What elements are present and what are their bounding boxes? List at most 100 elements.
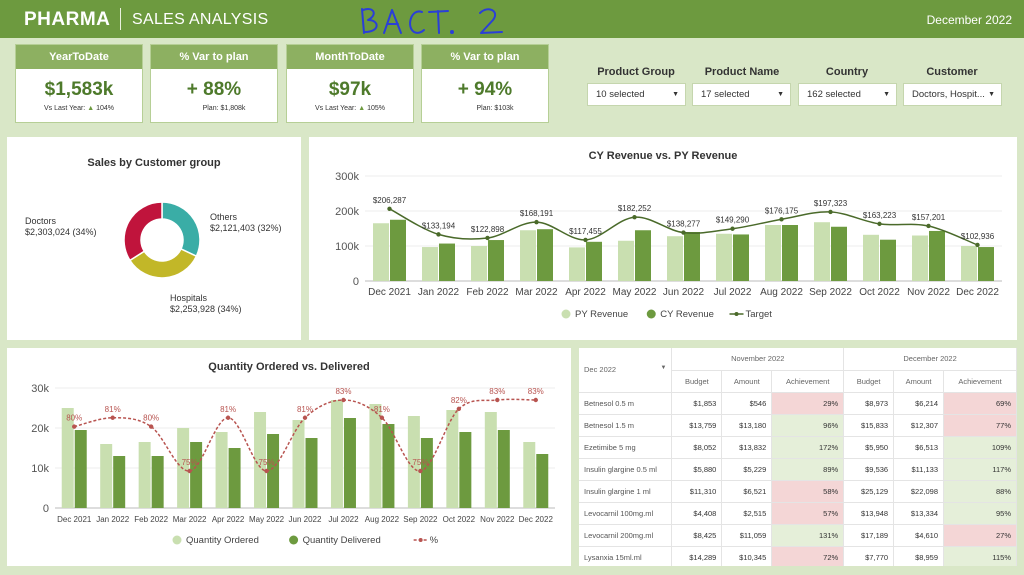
bar-cy-revenue: [635, 230, 651, 281]
table-row: Levocarnil 100mg.ml $4,408 $2,515 57% $13,94…: [579, 502, 1017, 525]
dropdown-value: Doctors, Hospit...: [912, 89, 985, 100]
line-point: [681, 230, 686, 235]
data-label: $138,277: [667, 220, 701, 229]
x-tick-label: Jul 2022: [714, 287, 752, 298]
col-header-amount: Amount: [721, 370, 773, 393]
month-header-dec: December 2022: [843, 348, 1017, 371]
arrow-up-icon: ▲: [358, 105, 366, 112]
kpi-card-ytd: YearToDate $1,583k Vs Last Year: ▲ 104%: [15, 44, 143, 123]
legend-marker: [561, 309, 571, 319]
donut-value-doctors: $2,303,024 (34%): [25, 227, 97, 237]
legend-label: Quantity Delivered: [303, 535, 381, 546]
filter-label-product-name: Product Name: [704, 66, 780, 78]
report-date: December 2022: [926, 13, 1012, 27]
legend-marker: [172, 535, 182, 545]
budget-matrix-panel: Dec 2022 ▼ November 2022 December 2022 B…: [579, 348, 1017, 566]
x-tick-label: Oct 2022: [859, 287, 900, 298]
y-tick-label: 30k: [31, 383, 49, 395]
quantity-chart: 0 10k 20k 30k Dec 2021 Jan 2022 Feb 2022 Mar 20…: [31, 383, 555, 546]
table-cell: 69%: [943, 392, 1017, 415]
caret-down-icon: ▼: [672, 91, 679, 98]
x-tick-label: Dec 2021: [368, 287, 411, 298]
kpi-title: % Var to plan: [422, 45, 548, 69]
kpi-title: MonthToDate: [287, 45, 413, 69]
line-point: [264, 468, 269, 474]
data-label: 83%: [335, 387, 351, 396]
table-cell: $10,345: [721, 546, 773, 566]
table-cell: 117%: [943, 458, 1017, 481]
donut-value-hospitals: $2,253,928 (34%): [170, 304, 242, 314]
table-cell: $546: [721, 392, 773, 415]
x-tick-label: Jan 2022: [96, 515, 129, 524]
data-label: 80%: [66, 414, 82, 423]
table-cell: $9,536: [843, 458, 895, 481]
x-tick-label: Feb 2022: [466, 287, 509, 298]
line-point: [148, 424, 154, 429]
legend-marker: [418, 538, 423, 542]
caret-down-icon: ▼: [660, 365, 667, 372]
table-cell: $4,610: [893, 524, 945, 547]
revenue-chart: 0 100k 200k 300k Dec 2021 Jan 2022 Feb 2022 Mar…: [335, 171, 1002, 320]
kpi-subtext: Vs Last Year: ▲ 104%: [16, 105, 142, 112]
data-label: $122,898: [471, 225, 505, 234]
x-tick-label: Jul 2022: [328, 515, 359, 524]
col-header-amount: Amount: [893, 370, 945, 393]
table-cell: $11,310: [671, 480, 723, 503]
product-name-dropdown[interactable]: 17 selected ▼: [692, 83, 791, 106]
data-label: $197,323: [814, 199, 848, 208]
line-point: [187, 468, 192, 474]
table-cell: $5,880: [671, 458, 723, 481]
bar-quantity-ordered: [292, 420, 305, 508]
legend-marker: [289, 535, 299, 545]
x-tick-label: Jun 2022: [663, 287, 705, 298]
table-cell: $5,950: [843, 436, 895, 459]
line-point: [302, 415, 308, 420]
bar-cy-revenue: [586, 241, 602, 281]
y-tick-label: 200k: [335, 206, 359, 218]
kpi-sub-label: Vs Last Year:: [43, 105, 86, 112]
x-tick-label: Oct 2022: [443, 515, 476, 524]
period-select[interactable]: Dec 2022 ▼: [579, 348, 673, 393]
product-name-cell: Insulin glargine 1 ml: [579, 480, 673, 503]
product-group-dropdown[interactable]: 10 selected ▼: [587, 83, 686, 106]
kpi-value: $1,583k: [44, 79, 114, 100]
budget-matrix-table: Dec 2022 ▼ November 2022 December 2022 B…: [579, 348, 1017, 566]
table-cell: 172%: [771, 436, 845, 459]
table-cell: $1,853: [671, 392, 723, 415]
customer-dropdown[interactable]: Doctors, Hospit... ▼: [903, 83, 1002, 106]
arrow-up-icon: ▲: [87, 105, 95, 112]
data-label: 81%: [220, 405, 236, 414]
bar-py-revenue: [863, 234, 879, 281]
table-cell: 57%: [771, 502, 845, 525]
x-tick-label: Nov 2022: [480, 515, 515, 524]
data-label: $157,201: [912, 213, 946, 222]
line-point: [779, 217, 784, 222]
line-point: [225, 415, 231, 420]
line-point: [632, 215, 637, 220]
product-name-cell: Betnesol 1.5 m: [579, 414, 673, 437]
x-tick-label: Mar 2022: [173, 515, 207, 524]
bar-quantity-delivered: [305, 438, 318, 508]
line-point: [72, 424, 77, 429]
x-tick-label: Apr 2022: [565, 287, 606, 298]
bar-py-revenue: [422, 247, 438, 281]
bar-quantity-delivered: [228, 448, 241, 508]
country-dropdown[interactable]: 162 selected ▼: [798, 83, 897, 106]
bar-cy-revenue: [684, 232, 700, 281]
bar-py-revenue: [569, 247, 585, 281]
legend-label: Quantity Ordered: [186, 535, 259, 546]
product-name-cell: Lysanxia 15ml.ml: [579, 546, 673, 566]
table-cell: $14,289: [671, 546, 723, 566]
kpi-sub-value: $103k: [494, 105, 514, 112]
table-cell: $15,833: [843, 414, 895, 437]
table-row: Betnesol 0.5 m $1,853 $546 29% $8,973 $6,214 6…: [579, 392, 1017, 415]
data-label: $133,194: [422, 221, 456, 230]
bar-quantity-delivered: [190, 442, 203, 508]
line-point: [418, 468, 423, 474]
kpi-sub-value: $1,808k: [220, 105, 246, 112]
x-tick-label: Sep 2022: [809, 287, 852, 298]
product-name-cell: Levocarnil 200mg.ml: [579, 524, 673, 547]
data-label: 80%: [143, 414, 159, 423]
table-cell: $6,214: [893, 392, 945, 415]
bar-quantity-ordered: [138, 442, 151, 508]
